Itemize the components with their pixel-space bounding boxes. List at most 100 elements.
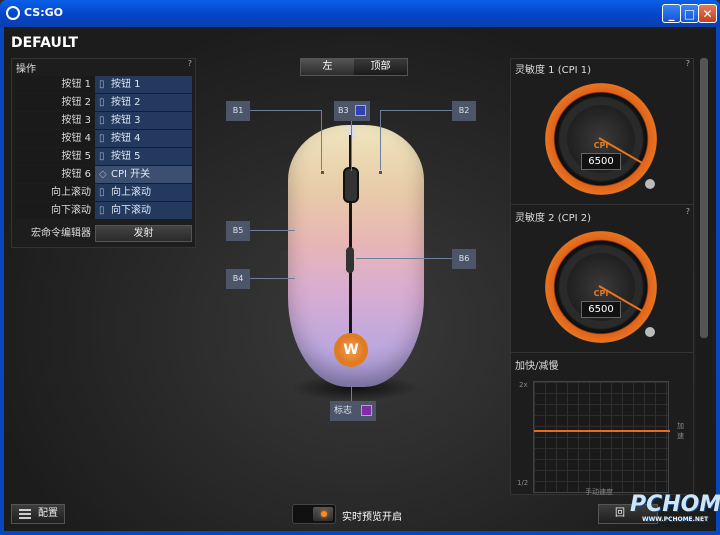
steelseries-icon	[6, 6, 20, 20]
macro-editor-row: 宏命令编辑器 发射	[15, 225, 192, 242]
action-row-label: 按钮 6	[15, 166, 95, 183]
logo-color-swatch[interactable]	[361, 405, 372, 416]
view-top-button[interactable]: 顶部	[354, 59, 407, 75]
label-b1[interactable]: B1	[226, 101, 250, 121]
cpi1-title: 灵敏度 1 (CPI 1)	[515, 65, 592, 76]
action-row-button3[interactable]: 按钮 3 ▯ 按钮 3	[15, 112, 192, 129]
button-binding-icon: ▯	[99, 79, 105, 90]
csgo-logo-icon[interactable]: W	[334, 333, 368, 367]
action-row-value[interactable]: ▯ 按钮 3	[95, 112, 192, 129]
sensitivity-panel: 灵敏度 1 (CPI 1) ? CPI 6500 灵敏度 2 (CPI 2) ?…	[510, 58, 694, 496]
action-row-value[interactable]: ▯ 按钮 1	[95, 76, 192, 93]
button-binding-icon: ▯	[99, 205, 105, 216]
cpi2-value[interactable]: 6500	[581, 301, 621, 318]
action-row-value-text: 按钮 4	[111, 133, 141, 144]
action-row-value-text: 按钮 3	[111, 115, 141, 126]
label-b4[interactable]: B4	[226, 269, 250, 289]
macro-editor-label: 宏命令编辑器	[31, 228, 91, 239]
action-row-scroll-down[interactable]: 向下滚动 ▯ 向下滚动	[15, 202, 192, 219]
window-titlebar[interactable]: CS:GO _ □ ✕	[0, 0, 720, 27]
action-row-label: 按钮 2	[15, 94, 95, 111]
live-preview-label: 实时预览开启	[342, 512, 402, 523]
action-row-value[interactable]: ▯ 按钮 4	[95, 130, 192, 147]
action-row-label: 按钮 5	[15, 148, 95, 165]
fire-button[interactable]: 发射	[95, 225, 192, 242]
accel-y-top: 2x	[519, 381, 528, 389]
label-b5[interactable]: B5	[226, 221, 250, 241]
leader-line	[380, 110, 452, 111]
view-left-button[interactable]: 左	[301, 59, 354, 75]
live-preview-toggle[interactable]	[292, 504, 336, 524]
leader-line	[351, 382, 352, 401]
cpi2-header: 灵敏度 2 (CPI 2) ?	[511, 207, 693, 224]
leader-line	[380, 110, 381, 170]
cpi-toggle-icon: ◇	[99, 169, 107, 180]
mouse-illustration: W	[220, 95, 490, 435]
label-b3[interactable]: B3	[334, 101, 370, 121]
config-button[interactable]: 配置	[11, 504, 65, 524]
color-swatch[interactable]	[355, 105, 366, 116]
accel-x-label: 手动速度	[585, 488, 613, 496]
action-row-button6[interactable]: 按钮 6 ◇ CPI 开关	[15, 166, 192, 183]
indicator-dot	[321, 171, 324, 174]
acceleration-line[interactable]	[534, 430, 670, 432]
action-row-value[interactable]: ◇ CPI 开关	[95, 166, 192, 183]
leader-line	[321, 110, 322, 170]
action-row-label: 按钮 1	[15, 76, 95, 93]
cpi1-gauge[interactable]: CPI 6500	[545, 83, 657, 195]
gauge-cpi-label: CPI	[593, 289, 609, 298]
action-row-button5[interactable]: 按钮 5 ▯ 按钮 5	[15, 148, 192, 165]
action-row-button1[interactable]: 按钮 1 ▯ 按钮 1	[15, 76, 192, 93]
window-title: CS:GO	[24, 6, 63, 19]
help-icon[interactable]: ?	[686, 207, 690, 216]
action-row-value[interactable]: ▯ 按钮 2	[95, 94, 192, 111]
cpi2-gauge[interactable]: CPI 6500	[545, 231, 657, 343]
cpi-button[interactable]	[346, 247, 354, 273]
acceleration-curve[interactable]	[533, 381, 670, 493]
action-row-value-text: 按钮 5	[111, 151, 141, 162]
toggle-led-icon	[321, 511, 327, 517]
scrollbar[interactable]	[696, 58, 712, 495]
help-icon[interactable]: ?	[686, 59, 690, 68]
pchome-watermark: PCHOME WWW.PCHOME.NET	[630, 492, 720, 528]
button-binding-icon: ▯	[99, 151, 105, 162]
label-b2[interactable]: B2	[452, 101, 476, 121]
button-binding-icon: ▯	[99, 115, 105, 126]
leader-line	[250, 110, 322, 111]
scrollbar-thumb[interactable]	[700, 58, 708, 338]
gauge-knob[interactable]	[645, 327, 655, 337]
action-row-value[interactable]: ▯ 向上滚动	[95, 184, 192, 201]
action-row-value-text: 向上滚动	[111, 187, 151, 198]
label-b3-text: B3	[338, 106, 349, 115]
window-frame-bottom	[0, 531, 720, 535]
accel-header: 加快/减慢	[515, 361, 559, 372]
cpi1-value[interactable]: 6500	[581, 153, 621, 170]
action-row-value-text: 按钮 1	[111, 79, 141, 90]
close-button[interactable]: ✕	[698, 4, 717, 23]
action-row-value[interactable]: ▯ 按钮 5	[95, 148, 192, 165]
view-toggle: 左 顶部	[300, 58, 408, 76]
action-row-button2[interactable]: 按钮 2 ▯ 按钮 2	[15, 94, 192, 111]
label-b6[interactable]: B6	[452, 249, 476, 269]
action-row-label: 按钮 3	[15, 112, 95, 129]
action-row-value[interactable]: ▯ 向下滚动	[95, 202, 192, 219]
logo-label-text: 标志	[334, 406, 353, 416]
gauge-cpi-label: CPI	[593, 141, 609, 150]
gauge-knob[interactable]	[645, 179, 655, 189]
actions-header: 操作 ?	[12, 59, 195, 75]
accel-y-bottom: 1/2	[517, 479, 529, 487]
maximize-button[interactable]: □	[680, 4, 699, 23]
leader-line	[351, 121, 352, 171]
action-row-scroll-up[interactable]: 向上滚动 ▯ 向上滚动	[15, 184, 192, 201]
action-row-button4[interactable]: 按钮 4 ▯ 按钮 4	[15, 130, 192, 147]
leader-line	[250, 230, 295, 231]
logo-label[interactable]: 标志	[330, 401, 376, 421]
minimize-button[interactable]: _	[662, 4, 681, 23]
help-icon[interactable]: ?	[188, 59, 192, 68]
scroll-wheel[interactable]	[343, 167, 359, 203]
button-binding-icon: ▯	[99, 97, 105, 108]
profile-title: DEFAULT	[11, 35, 79, 51]
actions-header-label: 操作	[16, 64, 36, 75]
window-frame-right	[716, 27, 720, 535]
watermark-url: WWW.PCHOME.NET	[642, 516, 709, 523]
